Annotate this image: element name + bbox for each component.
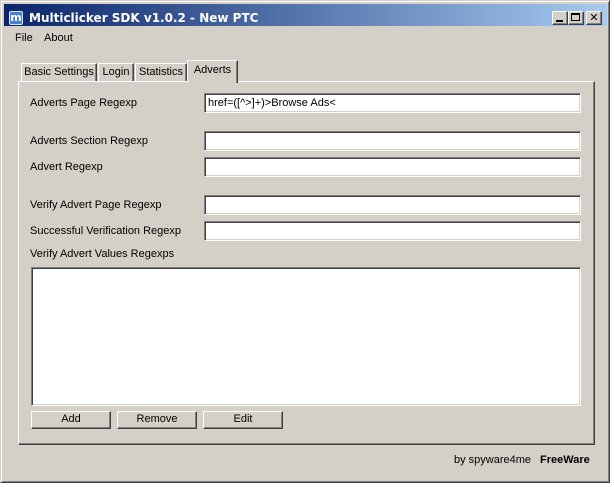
menu-bar: File About xyxy=(4,28,607,47)
window-title: Multiclicker SDK v1.0.2 - New PTC xyxy=(29,11,259,25)
adverts-page-regexp-label: Adverts Page Regexp xyxy=(30,97,138,109)
verify-advert-values-list[interactable] xyxy=(31,267,581,406)
successful-verification-regexp-input[interactable] xyxy=(204,221,581,241)
remove-button[interactable]: Remove xyxy=(117,411,197,429)
license-label: FreeWare xyxy=(540,454,590,466)
adverts-section-regexp-input[interactable] xyxy=(204,131,581,151)
close-button[interactable]: ✕ xyxy=(586,11,602,25)
edit-button[interactable]: Edit xyxy=(203,411,283,429)
maximize-icon xyxy=(571,13,580,21)
maximize-button[interactable] xyxy=(568,11,584,25)
menu-about[interactable]: About xyxy=(44,31,73,45)
adverts-section-regexp-label: Adverts Section Regexp xyxy=(30,135,149,147)
advert-regexp-label: Advert Regexp xyxy=(30,161,103,173)
add-button[interactable]: Add xyxy=(31,411,111,429)
adverts-page-regexp-input[interactable]: href=([^>]+)>Browse Ads< xyxy=(204,93,581,113)
close-icon: ✕ xyxy=(589,11,599,24)
tab-basic-settings[interactable]: Basic Settings xyxy=(21,63,97,82)
minimize-button[interactable] xyxy=(552,11,568,25)
app-logo-icon[interactable]: m xyxy=(9,11,23,25)
successful-verification-regexp-label: Successful Verification Regexp xyxy=(30,225,182,237)
tab-statistics[interactable]: Statistics xyxy=(135,63,187,82)
verify-advert-page-regexp-label: Verify Advert Page Regexp xyxy=(30,199,162,211)
tab-login[interactable]: Login xyxy=(98,63,134,82)
menu-file[interactable]: File xyxy=(15,31,33,45)
advert-regexp-input[interactable] xyxy=(204,157,581,177)
minimize-icon xyxy=(556,20,563,22)
author-credit: by spyware4me xyxy=(454,454,532,466)
verify-advert-page-regexp-input[interactable] xyxy=(204,195,581,215)
verify-advert-values-regexps-label: Verify Advert Values Regexps xyxy=(30,248,175,260)
tab-adverts[interactable]: Adverts xyxy=(187,60,238,83)
